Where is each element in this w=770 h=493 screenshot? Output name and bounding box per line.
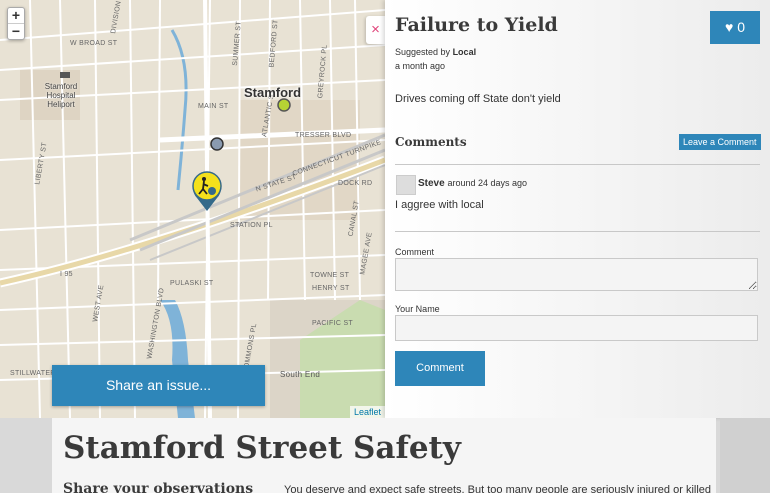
issue-description: Drives coming off State don't yield	[395, 93, 561, 105]
area-label: South End	[280, 370, 321, 379]
comment-body: I aggree with local	[395, 199, 484, 211]
name-input[interactable]	[395, 315, 758, 341]
comment-meta: Steve around 24 days ago	[418, 178, 527, 189]
comment-time: around 24 days ago	[447, 178, 528, 188]
comment-textarea[interactable]	[395, 258, 758, 291]
street-label: TOWNE ST	[310, 272, 350, 279]
page-gutter	[720, 418, 770, 493]
heart-icon: ♥	[725, 19, 734, 35]
leave-comment-button[interactable]: Leave a Comment	[679, 134, 761, 150]
marker-gray[interactable]	[210, 137, 224, 151]
intro-text: You deserve and expect safe streets. But…	[284, 484, 712, 493]
street-label: W BROAD ST	[70, 40, 118, 47]
street-label: PULASKI ST	[170, 280, 214, 287]
section-heading: Share your observations	[63, 481, 254, 493]
comment-author: Steve	[418, 178, 445, 189]
zoom-out-button[interactable]: −	[8, 24, 24, 39]
zoom-in-button[interactable]: +	[8, 8, 24, 24]
comments-heading: Comments	[395, 135, 467, 149]
street-label: DOCK RD	[338, 180, 373, 187]
map[interactable]: DIVISION ST W BROAD ST SUMMER ST BEDFORD…	[0, 0, 385, 418]
page-title: Stamford Street Safety	[63, 430, 461, 466]
issue-time: a month ago	[395, 61, 446, 71]
street-label: HENRY ST	[312, 285, 350, 292]
like-count: 0	[737, 19, 745, 35]
selected-marker-pedestrian-icon[interactable]	[190, 170, 224, 212]
comment-label: Comment	[395, 247, 435, 257]
street-label: I 95	[60, 271, 73, 278]
street-label: MAIN ST	[198, 103, 229, 110]
issue-title: Failure to Yield	[395, 14, 558, 36]
suggested-by: Suggested by Local	[395, 47, 476, 57]
avatar	[396, 175, 416, 195]
marker-green[interactable]	[277, 98, 291, 112]
zoom-control: + −	[7, 7, 25, 40]
divider	[395, 164, 760, 165]
map-attribution-link[interactable]: Leaflet	[349, 406, 385, 418]
submit-comment-button[interactable]: Comment	[395, 351, 485, 386]
suggested-author: Local	[452, 47, 477, 57]
share-issue-button[interactable]: Share an issue...	[52, 365, 265, 406]
name-label: Your Name	[395, 304, 440, 314]
issue-detail-panel: Failure to Yield ♥ 0 Suggested by Local …	[385, 0, 770, 418]
like-button[interactable]: ♥ 0	[710, 11, 760, 44]
close-panel-button[interactable]: ×	[366, 16, 385, 44]
heliport-label: Stamford Hospital Heliport	[44, 82, 78, 109]
street-label: PACIFIC ST	[312, 320, 353, 327]
divider	[395, 231, 760, 232]
city-label: Stamford	[244, 85, 302, 100]
page-content: Stamford Street Safety Share your observ…	[52, 418, 716, 493]
street-label: STATION PL	[230, 222, 273, 229]
suggested-prefix: Suggested by	[395, 47, 451, 57]
street-label: TRESSER BLVD	[295, 132, 352, 139]
